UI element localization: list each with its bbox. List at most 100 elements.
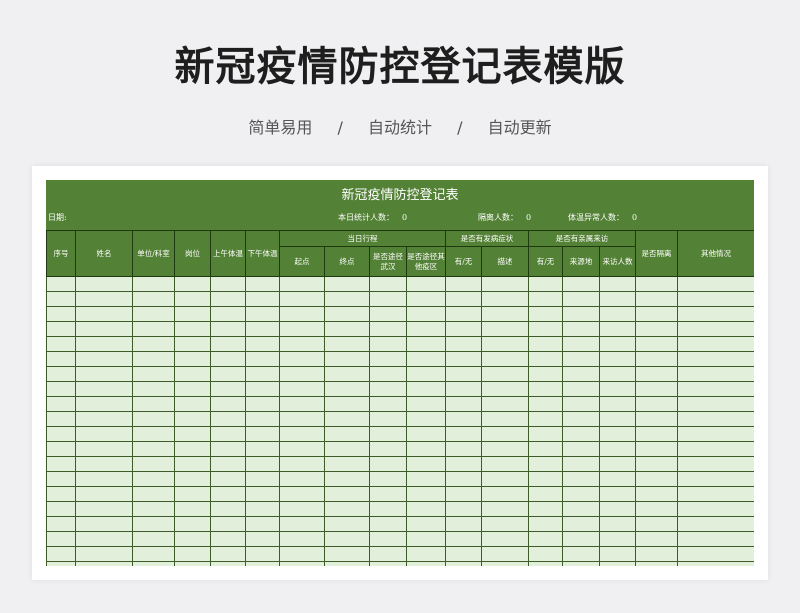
table-cell[interactable] — [132, 336, 175, 352]
table-cell[interactable] — [245, 381, 280, 397]
table-cell[interactable] — [481, 516, 529, 532]
table-cell[interactable] — [598, 426, 637, 442]
table-cell[interactable] — [324, 441, 370, 457]
table-cell[interactable] — [406, 321, 446, 337]
table-cell[interactable] — [210, 546, 246, 562]
table-cell[interactable] — [46, 561, 76, 566]
table-cell[interactable] — [324, 546, 370, 562]
table-cell[interactable] — [598, 321, 637, 337]
table-cell[interactable] — [279, 471, 325, 487]
table-cell[interactable] — [635, 411, 679, 427]
table-cell[interactable] — [481, 471, 529, 487]
table-cell[interactable] — [245, 411, 280, 427]
table-cell[interactable] — [528, 561, 563, 566]
table-cell[interactable] — [46, 486, 76, 502]
table-cell[interactable] — [445, 531, 482, 547]
table-cell[interactable] — [210, 336, 246, 352]
table-cell[interactable] — [677, 456, 754, 472]
table-cell[interactable] — [406, 471, 446, 487]
table-cell[interactable] — [174, 321, 211, 337]
table-cell[interactable] — [635, 321, 679, 337]
table-cell[interactable] — [279, 516, 325, 532]
table-cell[interactable] — [598, 561, 637, 566]
table-cell[interactable] — [279, 426, 325, 442]
table-cell[interactable] — [481, 351, 529, 367]
table-cell[interactable] — [46, 276, 76, 292]
table-cell[interactable] — [75, 291, 133, 307]
table-cell[interactable] — [445, 486, 482, 502]
table-cell[interactable] — [210, 321, 246, 337]
table-cell[interactable] — [528, 411, 563, 427]
table-cell[interactable] — [598, 441, 637, 457]
table-cell[interactable] — [562, 441, 600, 457]
table-cell[interactable] — [369, 381, 407, 397]
table-cell[interactable] — [210, 561, 246, 566]
table-cell[interactable] — [528, 351, 563, 367]
table-cell[interactable] — [245, 441, 280, 457]
table-cell[interactable] — [528, 291, 563, 307]
table-cell[interactable] — [46, 441, 76, 457]
table-cell[interactable] — [481, 561, 529, 566]
table-cell[interactable] — [46, 351, 76, 367]
table-cell[interactable] — [75, 486, 133, 502]
table-cell[interactable] — [369, 501, 407, 517]
table-cell[interactable] — [528, 366, 563, 382]
table-cell[interactable] — [445, 276, 482, 292]
table-cell[interactable] — [245, 486, 280, 502]
table-cell[interactable] — [562, 366, 600, 382]
table-cell[interactable] — [598, 531, 637, 547]
table-cell[interactable] — [245, 366, 280, 382]
table-cell[interactable] — [174, 351, 211, 367]
table-cell[interactable] — [245, 561, 280, 566]
table-cell[interactable] — [562, 306, 600, 322]
table-cell[interactable] — [562, 291, 600, 307]
table-cell[interactable] — [481, 441, 529, 457]
table-cell[interactable] — [406, 486, 446, 502]
table-cell[interactable] — [279, 546, 325, 562]
table-cell[interactable] — [598, 351, 637, 367]
table-cell[interactable] — [528, 426, 563, 442]
table-cell[interactable] — [174, 501, 211, 517]
table-cell[interactable] — [174, 486, 211, 502]
table-cell[interactable] — [174, 381, 211, 397]
table-cell[interactable] — [598, 381, 637, 397]
table-cell[interactable] — [677, 546, 754, 562]
table-cell[interactable] — [677, 321, 754, 337]
table-cell[interactable] — [174, 531, 211, 547]
table-cell[interactable] — [369, 306, 407, 322]
table-cell[interactable] — [279, 561, 325, 566]
table-cell[interactable] — [635, 516, 679, 532]
table-cell[interactable] — [132, 486, 175, 502]
table-cell[interactable] — [481, 306, 529, 322]
table-cell[interactable] — [369, 516, 407, 532]
table-cell[interactable] — [245, 531, 280, 547]
table-cell[interactable] — [481, 411, 529, 427]
table-cell[interactable] — [406, 426, 446, 442]
table-cell[interactable] — [677, 501, 754, 517]
table-cell[interactable] — [445, 396, 482, 412]
table-cell[interactable] — [132, 381, 175, 397]
table-cell[interactable] — [46, 336, 76, 352]
table-cell[interactable] — [132, 426, 175, 442]
table-cell[interactable] — [677, 441, 754, 457]
table-cell[interactable] — [598, 276, 637, 292]
table-cell[interactable] — [75, 531, 133, 547]
table-cell[interactable] — [174, 396, 211, 412]
table-cell[interactable] — [132, 411, 175, 427]
table-cell[interactable] — [324, 291, 370, 307]
table-cell[interactable] — [562, 321, 600, 337]
table-cell[interactable] — [245, 456, 280, 472]
table-cell[interactable] — [635, 501, 679, 517]
table-cell[interactable] — [635, 366, 679, 382]
table-cell[interactable] — [406, 516, 446, 532]
table-cell[interactable] — [245, 321, 280, 337]
table-cell[interactable] — [598, 486, 637, 502]
table-cell[interactable] — [481, 546, 529, 562]
table-cell[interactable] — [324, 486, 370, 502]
table-cell[interactable] — [562, 516, 600, 532]
table-cell[interactable] — [75, 501, 133, 517]
table-cell[interactable] — [132, 321, 175, 337]
table-cell[interactable] — [445, 456, 482, 472]
table-cell[interactable] — [210, 441, 246, 457]
table-cell[interactable] — [562, 336, 600, 352]
